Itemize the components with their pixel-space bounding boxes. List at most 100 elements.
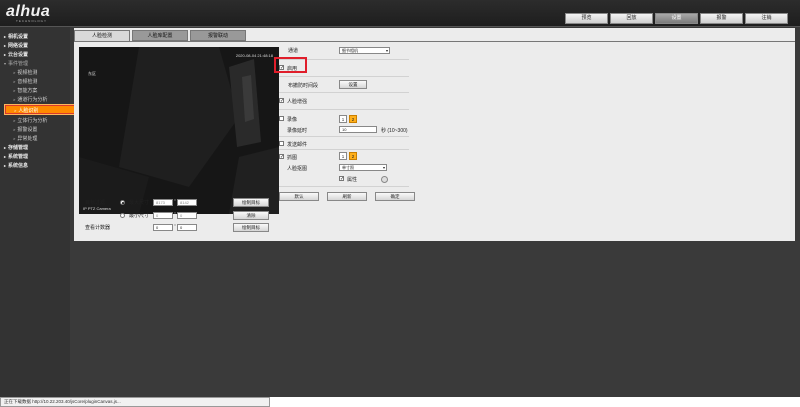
snapshot-checkbox[interactable]: ✓ xyxy=(279,154,284,160)
separator xyxy=(279,149,409,150)
sidebar-item-info[interactable]: ▸ 系统信息 xyxy=(4,161,28,170)
expand-icon: ▸ xyxy=(4,163,7,168)
max-size-label: 最大尺寸 xyxy=(129,200,150,206)
content-panel: 人脸检测 人脸库配置 报警联动 2020-08-04 21:48:18 东区 I… xyxy=(74,28,795,241)
send-email-label: 发送邮件 xyxy=(287,142,308,148)
separator xyxy=(279,92,409,93)
max-width-input[interactable]: 8173 xyxy=(153,199,173,206)
chevron-right-icon: > xyxy=(13,127,16,132)
sidebar-item-label: 相机设置 xyxy=(8,34,29,40)
sidebar-item-behavior[interactable]: > 通道行为分析 xyxy=(13,95,47,104)
min-width-input[interactable]: 0 xyxy=(153,212,173,219)
face-enhance-checkbox[interactable]: ✓ xyxy=(279,98,284,104)
face-scope-value: 单寸照 xyxy=(342,165,354,170)
draw-target-button-2[interactable]: 绘制目标 xyxy=(233,223,269,232)
nav-preview-button[interactable]: 预览 xyxy=(565,13,608,24)
tab-divider xyxy=(74,41,795,42)
separator xyxy=(279,186,409,187)
counter-label: 查看计数器 xyxy=(85,225,111,231)
snapshot-channel-1[interactable]: 1 xyxy=(339,152,347,160)
chevron-right-icon: > xyxy=(13,118,16,123)
chevron-right-icon: > xyxy=(14,108,17,113)
max-height-input[interactable]: 8142 xyxy=(177,199,197,206)
sidebar-item-camera[interactable]: ▸ 相机设置 xyxy=(4,32,28,41)
sidebar-item-storage[interactable]: ▸ 存储管理 xyxy=(4,143,28,152)
counter-input-a[interactable]: 0 xyxy=(153,224,173,231)
expand-icon: ▸ xyxy=(4,43,7,48)
brand-tagline: TECHNOLOGY xyxy=(16,19,48,23)
header-bar: alhua TECHNOLOGY 预览 回放 设置 报警 注销 xyxy=(0,0,800,27)
min-height-input[interactable]: 0 xyxy=(177,212,197,219)
expand-icon: ▸ xyxy=(4,34,7,39)
schedule-setup-button[interactable]: 设置 xyxy=(339,80,367,89)
nav-logout-button[interactable]: 注销 xyxy=(745,13,788,24)
separator xyxy=(279,136,409,137)
top-navigation: 预览 回放 设置 报警 注销 xyxy=(565,13,788,24)
expand-icon: ▸ xyxy=(4,52,7,57)
channel-value: 细节相机 xyxy=(342,48,358,53)
record-channel-1[interactable]: 1 xyxy=(339,115,347,123)
sidebar-item-smart-plan[interactable]: > 智能方案 xyxy=(13,86,37,95)
expand-icon: ▸ xyxy=(4,145,7,150)
nav-alarm-button[interactable]: 报警 xyxy=(700,13,743,24)
sidebar-item-face-recognition[interactable]: > 人脸识别 xyxy=(4,104,76,115)
sidebar-item-label: 立体行为分析 xyxy=(17,118,48,124)
record-channel-2[interactable]: 2 xyxy=(349,115,357,123)
attribute-settings-icon[interactable] xyxy=(381,176,388,183)
chevron-right-icon: > xyxy=(13,136,16,141)
counter-input-b[interactable]: 0 xyxy=(177,224,197,231)
refresh-button[interactable]: 刷新 xyxy=(327,192,367,201)
send-email-checkbox[interactable] xyxy=(279,141,284,146)
min-size-radio[interactable] xyxy=(120,213,125,218)
record-delay-unit: 秒 (10~300) xyxy=(381,128,408,134)
sidebar-item-audio-detect[interactable]: > 音频检测 xyxy=(13,77,37,86)
size-separator: * xyxy=(174,212,176,218)
highlight-box xyxy=(274,57,307,73)
nav-settings-button[interactable]: 设置 xyxy=(655,13,698,24)
snapshot-channel-2[interactable]: 2 xyxy=(349,152,357,160)
chevron-right-icon: > xyxy=(13,97,16,102)
preview-channel-label: 东区 xyxy=(88,71,96,76)
sidebar-item-network[interactable]: ▸ 网络设置 xyxy=(4,41,28,50)
chevron-right-icon: > xyxy=(13,88,16,93)
face-scope-select[interactable]: 单寸照 ▾ xyxy=(339,164,387,171)
sidebar-item-alarm-settings[interactable]: > 报警设置 xyxy=(13,125,37,134)
separator xyxy=(279,76,409,77)
sidebar-item-label: 视频检测 xyxy=(17,70,38,76)
chevron-down-icon: ▾ xyxy=(385,48,388,53)
record-delay-input[interactable]: 10 xyxy=(339,126,377,133)
sidebar-item-label: 系统信息 xyxy=(8,163,29,169)
attribute-label: 属性 xyxy=(347,177,358,183)
clear-button[interactable]: 清除 xyxy=(233,211,269,220)
attribute-checkbox[interactable]: ✓ xyxy=(339,176,344,182)
min-size-label: 最小尺寸 xyxy=(129,213,150,219)
max-size-radio[interactable] xyxy=(120,200,125,205)
video-preview[interactable]: 2020-08-04 21:48:18 东区 IP PTZ Camera xyxy=(79,47,279,214)
sidebar-item-label: 异常处理 xyxy=(17,136,38,142)
sidebar-item-video-detect[interactable]: > 视频检测 xyxy=(13,68,37,77)
sidebar-item-stereo-behavior[interactable]: > 立体行为分析 xyxy=(13,116,47,125)
chevron-down-icon: ▾ xyxy=(382,165,385,170)
sidebar-item-ptz[interactable]: ▸ 云台设置 xyxy=(4,50,28,59)
draw-target-button[interactable]: 绘制目标 xyxy=(233,198,269,207)
nav-playback-button[interactable]: 回放 xyxy=(610,13,653,24)
default-button[interactable]: 默认 xyxy=(279,192,319,201)
chevron-right-icon: > xyxy=(13,79,16,84)
sidebar-item-event[interactable]: ▾ 事件管理 xyxy=(4,59,28,68)
sidebar-item-system[interactable]: ▸ 系统管理 xyxy=(4,152,28,161)
status-bar-fill xyxy=(270,397,800,407)
tab-alarm-linkage[interactable]: 报警联动 xyxy=(190,30,246,41)
face-enhance-label: 人脸增强 xyxy=(287,99,308,105)
record-checkbox[interactable] xyxy=(279,116,284,121)
sidebar-item-label: 网络设置 xyxy=(8,43,29,49)
face-scope-label: 人脸抠图 xyxy=(287,166,308,172)
size-separator: * xyxy=(174,224,176,230)
sidebar-item-label: 音频检测 xyxy=(17,79,38,85)
size-separator: * xyxy=(174,199,176,205)
channel-select[interactable]: 细节相机 ▾ xyxy=(339,47,390,54)
preview-scene xyxy=(79,47,279,214)
sidebar-item-exception[interactable]: > 异常处理 xyxy=(13,134,37,143)
confirm-button[interactable]: 确定 xyxy=(375,192,415,201)
chevron-right-icon: > xyxy=(13,70,16,75)
tab-face-library[interactable]: 人脸库配置 xyxy=(132,30,188,41)
